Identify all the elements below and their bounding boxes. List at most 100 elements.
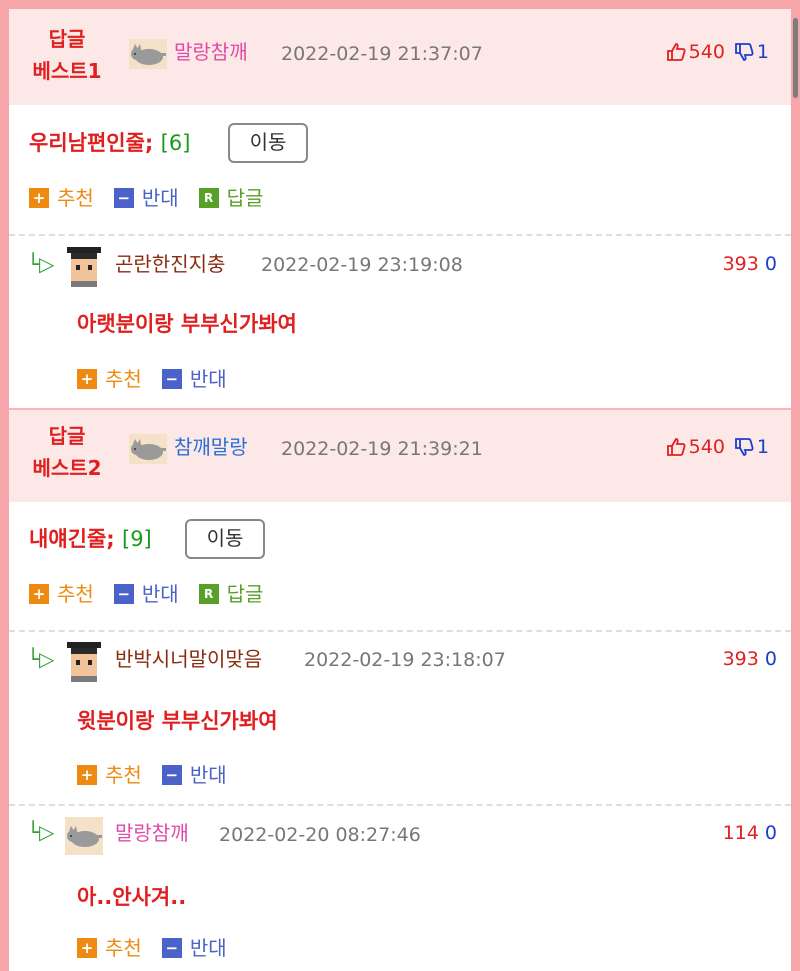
oppose-label: 반대	[189, 936, 227, 960]
oppose-label: 반대	[189, 763, 227, 787]
reply-author[interactable]: 곤란한진지충	[115, 249, 225, 279]
comment-body: 내얘긴줄; [9]	[29, 521, 152, 557]
plus-icon: +	[77, 369, 97, 389]
recommend-button[interactable]: + 추천	[77, 364, 142, 394]
recommend-label: 추천	[57, 582, 94, 606]
reply-button[interactable]: R 답글	[198, 579, 264, 609]
minus-icon: −	[161, 765, 182, 785]
reply-count: [6]	[160, 131, 191, 155]
thumbs-up-icon	[666, 43, 686, 61]
recommend-label: 추천	[105, 763, 142, 787]
recommend-label: 추천	[57, 186, 94, 210]
comment-text: 내얘긴줄;	[29, 527, 115, 551]
reply-arrow-icon: └▷	[27, 647, 55, 671]
downvote-count: 1	[756, 436, 769, 458]
oppose-label: 반대	[189, 367, 227, 391]
cat-avatar-icon	[65, 817, 103, 855]
minus-icon: −	[113, 584, 134, 604]
upvote-count: 540	[688, 436, 725, 458]
best-comment-1-header: 답글 베스트1 말랑참깨 2022-02-19 21:37:07 540 1	[9, 9, 791, 105]
comment-actions: + 추천 − 반대 R 답글	[29, 183, 283, 213]
divider	[9, 234, 791, 236]
reply-date: 2022-02-20 08:27:46	[219, 824, 421, 846]
reply-date: 2022-02-19 23:18:07	[304, 649, 506, 671]
plus-icon: +	[77, 765, 97, 785]
minus-icon: −	[161, 369, 182, 389]
minus-icon: −	[113, 188, 134, 208]
upvote-count: 540	[688, 41, 725, 63]
scrollbar[interactable]	[793, 18, 798, 98]
cat-avatar-icon	[129, 434, 167, 464]
best-comment-2-header: 답글 베스트2 참깨말랑 2022-02-19 21:39:21 540 1	[9, 410, 791, 502]
oppose-button[interactable]: − 반대	[161, 933, 227, 963]
comment-text: 우리남편인줄;	[29, 131, 154, 155]
recommend-button[interactable]: + 추천	[77, 933, 142, 963]
reply-label: 답글	[226, 582, 264, 606]
person-avatar-icon	[65, 245, 103, 287]
reply-text: 아..안사겨..	[77, 885, 187, 909]
oppose-button[interactable]: − 반대	[113, 579, 179, 609]
oppose-button[interactable]: − 반대	[161, 364, 227, 394]
oppose-button[interactable]: − 반대	[161, 760, 227, 790]
best-badge: 답글 베스트2	[27, 420, 107, 484]
comment-author[interactable]: 말랑참깨	[174, 37, 248, 67]
reply-actions: + 추천 − 반대	[77, 760, 247, 790]
person-avatar-icon	[65, 640, 103, 682]
upvote-count: 393	[722, 253, 759, 275]
reply-text: 윗분이랑 부부신가봐여	[77, 709, 278, 733]
reply-count: [9]	[122, 527, 152, 551]
thumbs-down-icon	[735, 438, 754, 456]
recommend-label: 추천	[105, 367, 142, 391]
best-badge: 답글 베스트1	[27, 23, 107, 87]
plus-icon: +	[77, 938, 97, 958]
best-badge-line2: 베스트2	[32, 456, 102, 480]
recommend-button[interactable]: + 추천	[29, 183, 94, 213]
reply-vote-counts: 393 0	[723, 644, 777, 674]
divider	[9, 630, 791, 632]
thumbs-up-icon	[666, 438, 686, 456]
comment-actions: + 추천 − 반대 R 답글	[29, 579, 283, 609]
plus-icon: +	[29, 584, 49, 604]
downvote-count: 0	[764, 648, 777, 670]
reply-button[interactable]: R 답글	[198, 183, 264, 213]
downvote-count: 1	[756, 41, 769, 63]
oppose-label: 반대	[141, 186, 179, 210]
recommend-button[interactable]: + 추천	[29, 579, 94, 609]
thumbs-down-icon	[735, 43, 754, 61]
vote-counts: 540 1	[665, 432, 769, 462]
downvote-count: 0	[764, 822, 777, 844]
comment-date: 2022-02-19 21:39:21	[281, 438, 483, 460]
move-button[interactable]: 이동	[185, 519, 265, 559]
reply-label: 답글	[226, 186, 264, 210]
reply-icon: R	[198, 584, 219, 604]
reply-author[interactable]: 반박시너말이맞음	[115, 644, 262, 674]
reply-date: 2022-02-19 23:19:08	[261, 254, 463, 276]
downvote-count: 0	[764, 253, 777, 275]
reply-icon: R	[198, 188, 219, 208]
oppose-label: 반대	[141, 582, 179, 606]
reply-arrow-icon: └▷	[27, 820, 55, 844]
reply-actions: + 추천 − 반대	[77, 364, 247, 394]
recommend-button[interactable]: + 추천	[77, 760, 142, 790]
minus-icon: −	[161, 938, 182, 958]
comment-body: 우리남편인줄; [6]	[29, 125, 190, 161]
best-badge-line1: 답글	[48, 424, 86, 448]
best-badge-line2: 베스트1	[32, 59, 102, 83]
reply-vote-counts: 114 0	[723, 818, 777, 848]
comment-author[interactable]: 참깨말랑	[174, 432, 248, 462]
oppose-button[interactable]: − 반대	[113, 183, 179, 213]
vote-counts: 540 1	[665, 37, 769, 67]
best-badge-line1: 답글	[48, 27, 86, 51]
comment-date: 2022-02-19 21:37:07	[281, 43, 483, 65]
reply-arrow-icon: └▷	[27, 252, 55, 276]
cat-avatar-icon	[129, 39, 167, 69]
move-button[interactable]: 이동	[228, 123, 308, 163]
reply-text: 아랫분이랑 부부신가봐여	[77, 312, 297, 336]
plus-icon: +	[29, 188, 49, 208]
recommend-label: 추천	[105, 936, 142, 960]
reply-vote-counts: 393 0	[723, 249, 777, 279]
divider	[9, 804, 791, 806]
upvote-count: 114	[722, 822, 759, 844]
reply-author[interactable]: 말랑참깨	[115, 818, 189, 848]
reply-actions: + 추천 − 반대	[77, 933, 247, 963]
